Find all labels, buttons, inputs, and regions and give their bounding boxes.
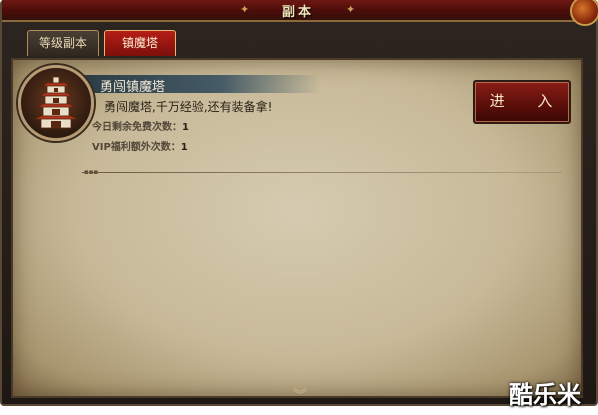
- quest-medallion: [18, 65, 94, 141]
- stat-free-attempts: 今日剩余免费次数：1: [92, 118, 189, 133]
- window-title: 副本: [281, 5, 314, 20]
- watermark-logo: 酷乐米: [509, 381, 581, 409]
- stat-vip-attempts-label: VIP福利额外次数：: [92, 142, 181, 153]
- title-bar: ✦ 副本 ✦: [2, 0, 594, 22]
- quest-description: 勇闯魔塔,千万经验,还有装备拿!: [104, 100, 273, 114]
- title-ornament-right-icon: ✦: [346, 3, 356, 16]
- stat-vip-attempts-value: 1: [180, 142, 188, 153]
- stat-vip-attempts: VIP福利额外次数：1: [92, 138, 188, 153]
- pagoda-icon: [34, 76, 78, 129]
- tab-level-dungeon[interactable]: 等级副本: [27, 30, 99, 56]
- tab-demon-tower[interactable]: 镇魔塔: [104, 30, 176, 56]
- section-divider: [82, 172, 562, 173]
- corner-knob-icon[interactable]: [570, 0, 598, 26]
- enter-button[interactable]: 进 入: [473, 80, 571, 124]
- stat-free-attempts-label: 今日剩余免费次数：: [92, 122, 182, 133]
- quest-title: 勇闯镇魔塔: [100, 80, 166, 95]
- double-chevron-down-icon[interactable]: ︾: [290, 387, 310, 405]
- stat-free-attempts-value: 1: [182, 122, 189, 133]
